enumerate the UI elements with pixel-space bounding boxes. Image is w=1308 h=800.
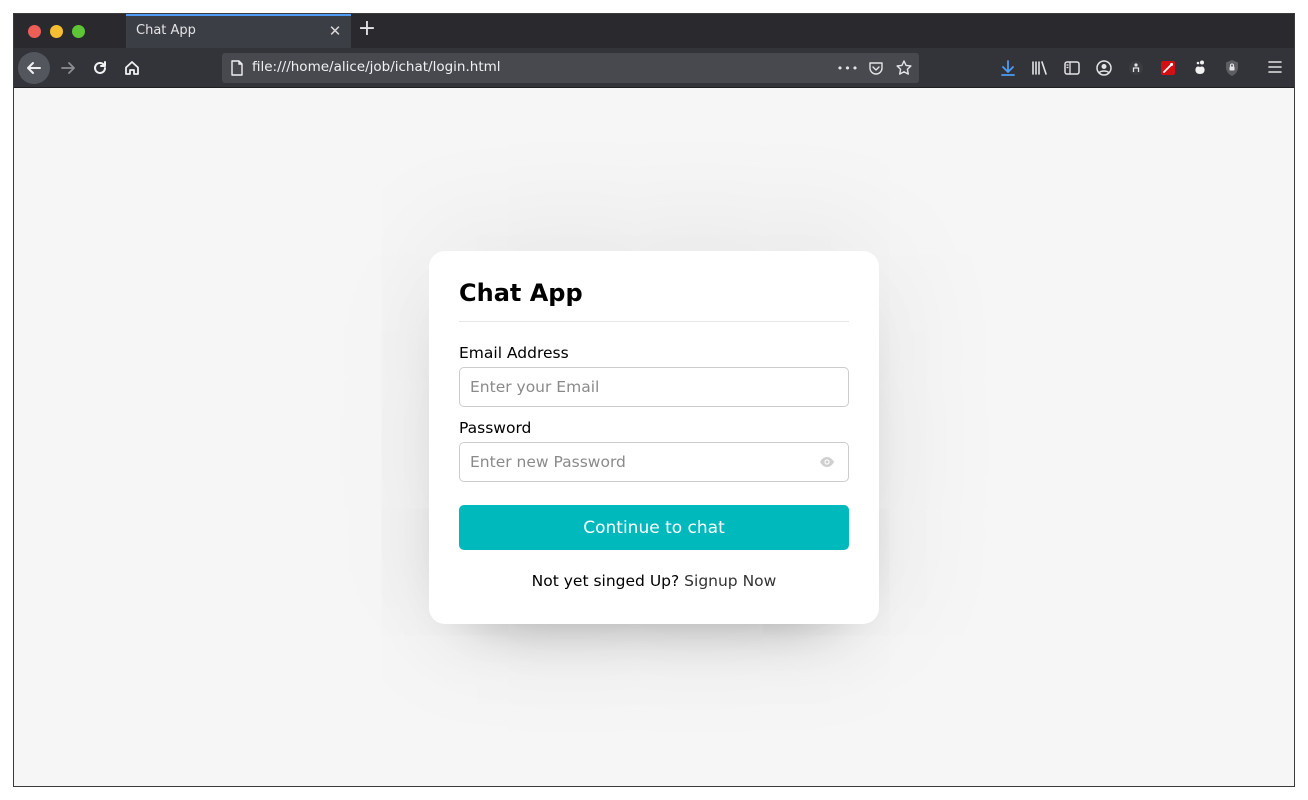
tab-title: Chat App xyxy=(136,23,196,38)
new-tab-button[interactable]: + xyxy=(356,18,378,41)
toolbar-extensions xyxy=(999,57,1241,79)
home-icon xyxy=(125,61,139,75)
arrow-right-icon xyxy=(61,62,75,74)
forward-button[interactable] xyxy=(52,52,84,84)
home-button[interactable] xyxy=(116,52,148,84)
pocket-icon[interactable] xyxy=(867,59,885,77)
window-close-button[interactable] xyxy=(28,25,41,38)
bookmark-star-icon[interactable] xyxy=(895,59,913,77)
page-viewport: Chat App Email Address Password xyxy=(14,89,1294,786)
window-maximize-button[interactable] xyxy=(72,25,85,38)
hamburger-menu-icon[interactable] xyxy=(1266,58,1284,76)
url-actions: ••• xyxy=(837,59,913,77)
signup-prompt: Not yet singed Up? xyxy=(531,572,680,590)
library-icon[interactable] xyxy=(1031,59,1049,77)
password-input[interactable] xyxy=(459,442,849,482)
back-button[interactable] xyxy=(18,52,50,84)
email-field-group: Email Address xyxy=(459,344,849,407)
password-input-wrapper xyxy=(459,442,849,482)
url-text[interactable]: file:///home/alice/job/ichat/login.html xyxy=(252,59,501,75)
reload-button[interactable] xyxy=(84,52,116,84)
navigation-toolbar: file:///home/alice/job/ichat/login.html … xyxy=(14,48,1294,88)
extension-red-icon[interactable] xyxy=(1159,59,1177,77)
shield-icon[interactable] xyxy=(1223,59,1241,77)
password-label: Password xyxy=(459,419,532,437)
email-label: Email Address xyxy=(459,344,569,362)
tab-bar: Chat App ✕ + xyxy=(14,14,1294,48)
download-icon[interactable] xyxy=(999,59,1017,77)
reload-icon xyxy=(94,61,106,74)
arrow-left-icon xyxy=(27,62,41,74)
account-icon[interactable] xyxy=(1095,59,1113,77)
window-minimize-button[interactable] xyxy=(50,25,63,38)
email-input[interactable] xyxy=(459,367,849,407)
extension-figure-icon[interactable] xyxy=(1127,59,1145,77)
extension-gnome-icon[interactable] xyxy=(1191,59,1209,77)
browser-window: Chat App ✕ + file:///home/alice/job/icha… xyxy=(13,13,1295,787)
document-icon xyxy=(231,60,243,76)
page-title: Chat App xyxy=(459,276,849,322)
password-field-group: Password xyxy=(459,419,849,482)
sidebar-icon[interactable] xyxy=(1063,59,1081,77)
signup-row: Not yet singed Up? Signup Now xyxy=(459,572,849,590)
page-actions-icon[interactable]: ••• xyxy=(837,59,858,77)
tab-chat-app[interactable]: Chat App ✕ xyxy=(126,14,351,48)
signup-link[interactable]: Signup Now xyxy=(684,572,776,590)
address-bar[interactable]: file:///home/alice/job/ichat/login.html … xyxy=(222,53,919,83)
login-card: Chat App Email Address Password xyxy=(429,251,879,624)
continue-to-chat-button[interactable]: Continue to chat xyxy=(459,505,849,550)
show-password-icon[interactable] xyxy=(819,455,835,469)
email-input-wrapper xyxy=(459,367,849,407)
tab-close-icon[interactable]: ✕ xyxy=(327,23,343,39)
